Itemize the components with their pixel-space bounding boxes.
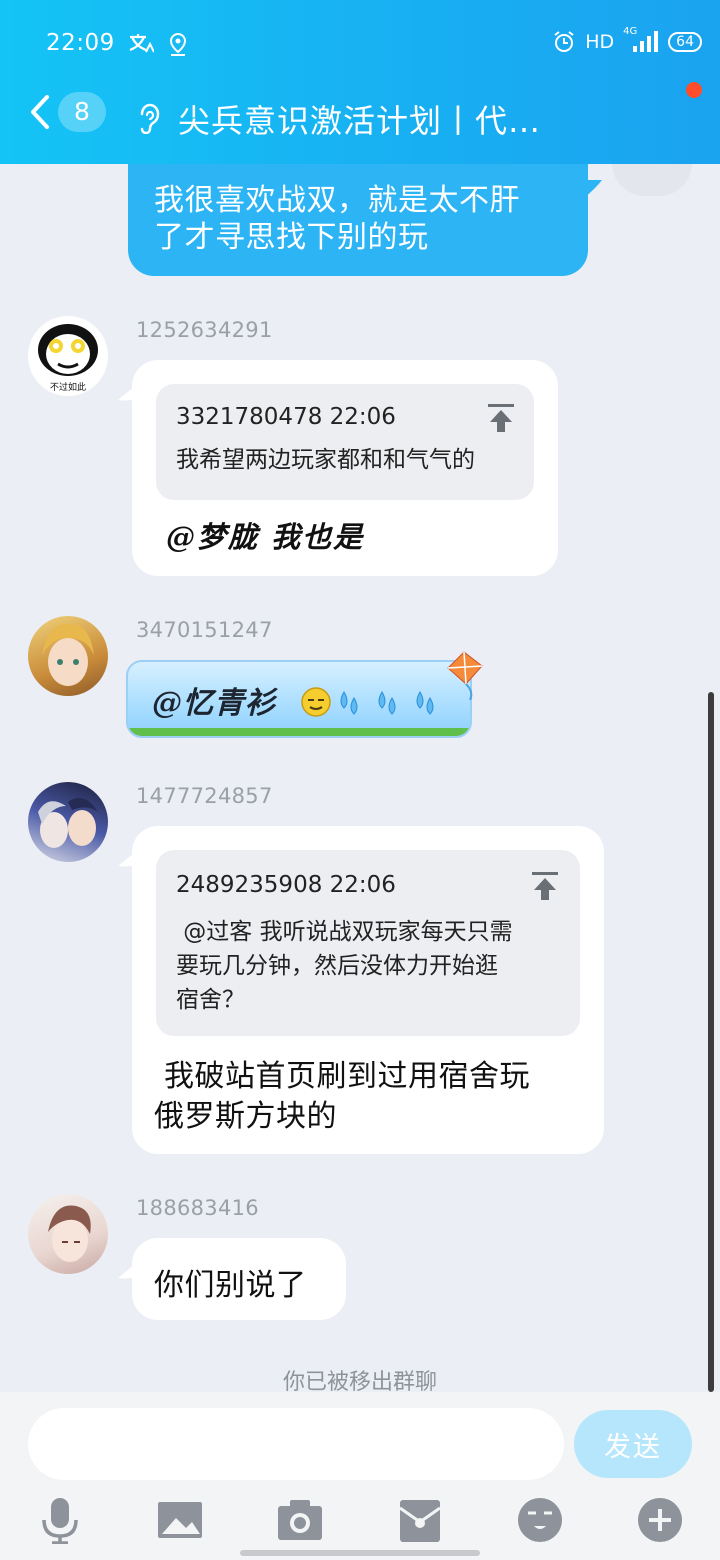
input-area: 发送	[0, 1392, 720, 1560]
scrollbar[interactable]	[708, 692, 714, 1392]
quote-text-line2: 要玩几分钟，然后没体力开始逛	[176, 953, 498, 979]
signal-icon: 4G	[623, 26, 659, 54]
quote-header: 3321780478 22:06	[176, 404, 396, 430]
status-left-icons	[128, 32, 188, 56]
ear-icon[interactable]	[136, 102, 162, 134]
sender-id[interactable]: 3470151247	[136, 618, 273, 642]
sender-id[interactable]: 1477724857	[136, 784, 273, 808]
status-right-icons: HD 4G 64	[552, 26, 702, 54]
battery-indicator: 64	[668, 32, 702, 52]
message-text-line2: 俄罗斯方块的	[154, 1099, 337, 1134]
bubble-tail-icon	[118, 382, 140, 401]
jump-to-top-icon[interactable]	[488, 404, 514, 432]
home-indicator[interactable]	[240, 1550, 480, 1556]
jump-to-top-icon[interactable]	[532, 872, 558, 900]
input-toolbar	[0, 1496, 720, 1552]
bubble-tail-icon	[582, 180, 602, 198]
sender-id[interactable]: 1252634291	[136, 318, 273, 342]
message-text: @梦胧 我也是	[166, 520, 365, 554]
bubble-tail-icon	[118, 848, 140, 867]
quote-header: 2489235908 22:06	[176, 872, 396, 898]
avatar[interactable]: 不过如此	[28, 316, 108, 396]
alarm-icon	[554, 31, 574, 52]
status-time: 22:09	[46, 30, 115, 56]
sender-id[interactable]: 188683416	[136, 1196, 259, 1220]
quoted-message[interactable]: 3321780478 22:06 我希望两边玩家都和和气气的	[156, 384, 534, 500]
self-message-line2: 了才寻思找下别的玩	[154, 220, 429, 255]
anime-boy-avatar-icon	[48, 1205, 91, 1262]
anime-duo-avatar-icon	[38, 797, 98, 848]
themed-message-bubble[interactable]: @忆青衫	[126, 660, 472, 738]
message-bubble[interactable]: 2489235908 22:06 @过客 我听说战双玩家每天只需 要玩几分钟，然…	[118, 826, 604, 1154]
notification-dot[interactable]	[686, 82, 702, 98]
signal-bars-icon	[633, 31, 659, 52]
chevron-left-icon	[31, 95, 49, 129]
header-bar: 22:09 HD 4G 64 8 尖兵意识激活计划丨代…	[0, 0, 720, 164]
avatar-caption: 不过如此	[49, 383, 86, 393]
avatar[interactable]	[28, 782, 108, 862]
avatar[interactable]	[28, 1194, 108, 1274]
message-text-line1: 我破站首页刷到过用宿舍玩	[154, 1059, 531, 1094]
status-bar: 22:09 HD 4G 64	[0, 24, 720, 64]
message-text: @忆青衫	[152, 686, 276, 721]
chat-screen: 我很喜欢战双，就是太不肝 了才寻思找下别的玩 不过如此 1252634291 3…	[0, 0, 720, 1560]
message-text: 你们别说了	[154, 1268, 307, 1303]
quote-text-line3: 宿舍？	[176, 987, 245, 1013]
image-icon[interactable]	[156, 1496, 204, 1544]
message-bubble[interactable]: 你们别说了	[118, 1238, 346, 1320]
quote-text-line1: @过客 我听说战双玩家每天只需	[176, 919, 513, 945]
red-packet-icon[interactable]	[396, 1496, 444, 1544]
location-icon	[169, 32, 187, 56]
translate-icon	[129, 34, 154, 53]
self-message-bubble[interactable]: 我很喜欢战双，就是太不肝 了才寻思找下别的玩	[128, 164, 602, 276]
self-message-line1: 我很喜欢战双，就是太不肝	[154, 183, 520, 218]
quoted-message[interactable]: 2489235908 22:06 @过客 我听说战双玩家每天只需 要玩几分钟，然…	[156, 850, 580, 1036]
message-input[interactable]	[28, 1408, 564, 1480]
back-button[interactable]: 8	[30, 92, 106, 132]
bubble-tail-icon	[118, 1260, 140, 1279]
avatar[interactable]	[28, 616, 108, 696]
camera-icon[interactable]	[276, 1496, 324, 1544]
bubble-grass-decoration	[128, 728, 470, 736]
anime-girl-avatar-icon	[42, 623, 94, 686]
plus-icon[interactable]	[636, 1496, 684, 1544]
unread-count-badge: 8	[58, 92, 106, 132]
hd-indicator: HD	[585, 31, 615, 53]
message-bubble[interactable]: 3321780478 22:06 我希望两边玩家都和和气气的 @梦胧 我也是	[118, 360, 558, 576]
chat-title[interactable]: 尖兵意识激活计划丨代…	[178, 96, 541, 142]
quote-text: 我希望两边玩家都和和气气的	[176, 447, 475, 473]
microphone-icon[interactable]	[36, 1496, 84, 1544]
kite-icon	[447, 651, 483, 700]
emoji-icon[interactable]	[516, 1496, 564, 1544]
send-button[interactable]: 发送	[574, 1410, 692, 1478]
emoji-sweat-icon	[301, 687, 434, 717]
